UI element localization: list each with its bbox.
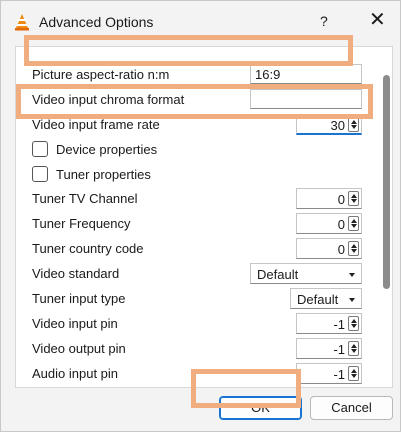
window-title: Advanced Options: [39, 14, 154, 30]
row-tuner-input-type: Tuner input type Default: [16, 288, 376, 310]
row-tuner-tv-channel: Tuner TV Channel 0: [16, 188, 376, 210]
video-standard-label: Video standard: [32, 266, 120, 281]
row-chroma-format: Video input chroma format: [16, 89, 376, 111]
row-tuner-country-code: Tuner country code 0: [16, 238, 376, 260]
frame-rate-value: 30: [330, 118, 345, 133]
tuner-frequency-label: Tuner Frequency: [32, 216, 131, 231]
audio-input-pin-value: -1: [333, 367, 345, 382]
device-properties-label: Device properties: [56, 142, 158, 157]
frame-rate-spinbox[interactable]: 30: [296, 114, 362, 135]
tuner-frequency-spinbox[interactable]: 0: [296, 213, 362, 234]
chroma-format-input[interactable]: [250, 89, 362, 109]
tuner-frequency-value: 0: [337, 217, 345, 232]
video-input-pin-value: -1: [333, 317, 345, 332]
row-aspect-ratio: Picture aspect-ratio n:m 16:9: [16, 64, 376, 86]
row-device-properties: Device properties: [16, 139, 376, 161]
tuner-properties-label: Tuner properties: [56, 167, 151, 182]
spin-arrows-icon[interactable]: [348, 117, 359, 132]
row-video-input-pin: Video input pin -1: [16, 313, 376, 335]
chroma-format-label: Video input chroma format: [32, 92, 185, 107]
audio-input-pin-label: Audio input pin: [32, 366, 119, 381]
tuner-tv-channel-spinbox[interactable]: 0: [296, 188, 362, 209]
advanced-options-dialog: Advanced Options ? ✕ Picture aspect-rati…: [0, 0, 401, 432]
spin-arrows-icon[interactable]: [348, 316, 359, 331]
row-tuner-frequency: Tuner Frequency 0: [16, 213, 376, 235]
ok-button[interactable]: OK: [219, 396, 302, 420]
aspect-ratio-label: Picture aspect-ratio n:m: [32, 67, 170, 82]
options-panel: Picture aspect-ratio n:m 16:9 Video inpu…: [15, 46, 393, 388]
audio-input-pin-spinbox[interactable]: -1: [296, 363, 362, 384]
chevron-down-icon: [349, 273, 355, 277]
chevron-down-icon: [349, 298, 355, 302]
row-video-standard: Video standard Default: [16, 263, 376, 285]
video-standard-value: Default: [257, 267, 299, 282]
close-button[interactable]: ✕: [369, 9, 386, 31]
tuner-country-code-label: Tuner country code: [32, 241, 144, 256]
video-output-pin-spinbox[interactable]: -1: [296, 338, 362, 359]
row-video-output-pin: Video output pin -1: [16, 338, 376, 360]
row-audio-input-pin: Audio input pin -1: [16, 363, 376, 385]
tuner-country-code-spinbox[interactable]: 0: [296, 238, 362, 259]
spin-arrows-icon[interactable]: [348, 216, 359, 231]
row-tuner-properties: Tuner properties: [16, 164, 376, 186]
vertical-scrollbar[interactable]: [380, 47, 392, 387]
tuner-tv-channel-label: Tuner TV Channel: [32, 191, 138, 206]
video-output-pin-label: Video output pin: [32, 341, 126, 356]
frame-rate-label: Video input frame rate: [32, 117, 160, 132]
video-input-pin-label: Video input pin: [32, 316, 118, 331]
tuner-input-type-select[interactable]: Default: [290, 288, 362, 309]
spin-arrows-icon[interactable]: [348, 341, 359, 356]
help-button[interactable]: ?: [320, 13, 328, 29]
aspect-ratio-input[interactable]: 16:9: [250, 64, 362, 84]
spin-arrows-icon[interactable]: [348, 191, 359, 206]
tuner-input-type-label: Tuner input type: [32, 291, 126, 306]
spin-arrows-icon[interactable]: [348, 241, 359, 256]
tuner-input-type-value: Default: [297, 292, 339, 307]
device-properties-checkbox[interactable]: [32, 141, 48, 157]
tuner-properties-checkbox[interactable]: [32, 166, 48, 182]
spin-arrows-icon[interactable]: [348, 366, 359, 381]
row-frame-rate: Video input frame rate 30: [16, 114, 376, 136]
tuner-country-code-value: 0: [337, 242, 345, 257]
video-standard-select[interactable]: Default: [250, 263, 362, 284]
title-bar: Advanced Options ? ✕: [1, 1, 400, 43]
scrollbar-thumb[interactable]: [383, 75, 390, 289]
tuner-tv-channel-value: 0: [337, 192, 345, 207]
video-output-pin-value: -1: [333, 342, 345, 357]
vlc-cone-icon: [15, 14, 29, 31]
cancel-button[interactable]: Cancel: [310, 396, 393, 420]
video-input-pin-spinbox[interactable]: -1: [296, 313, 362, 334]
